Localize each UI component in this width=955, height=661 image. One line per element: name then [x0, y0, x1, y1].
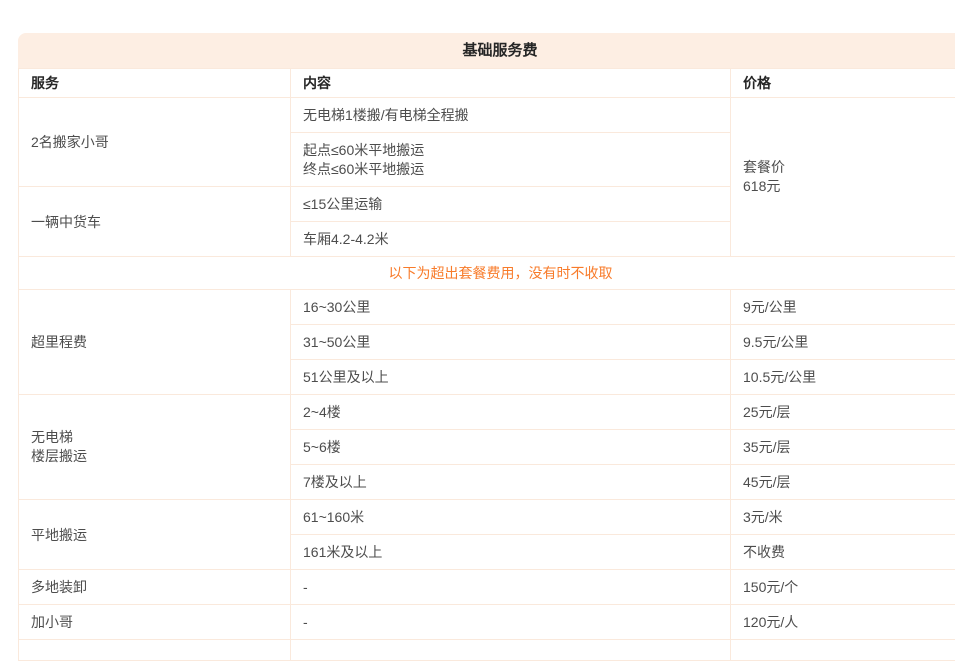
- service-cell-multi-stop: 多地装卸: [19, 570, 291, 605]
- service-cell-mileage: 超里程费: [19, 290, 291, 395]
- pricing-table: 服务 内容 价格 2名搬家小哥 无电梯1楼搬/有电梯全程搬 套餐价 618元 起…: [18, 68, 955, 661]
- table-header-row: 服务 内容 价格: [19, 69, 955, 98]
- table-row: 加小哥 - 120元/人: [19, 605, 955, 640]
- content-cell: 无电梯1楼搬/有电梯全程搬: [291, 98, 731, 133]
- price-cell: 120元/人: [731, 605, 955, 640]
- table-row: 2名搬家小哥 无电梯1楼搬/有电梯全程搬 套餐价 618元: [19, 98, 955, 133]
- content-cell: 起点≤60米平地搬运 终点≤60米平地搬运: [291, 133, 731, 187]
- price-cell: 35元/层: [731, 430, 955, 465]
- content-cell: 61~160米: [291, 500, 731, 535]
- content-cell: -: [291, 570, 731, 605]
- service-cell-flat-carry: 平地搬运: [19, 500, 291, 570]
- content-cell: 5~6楼: [291, 430, 731, 465]
- col-header-service: 服务: [19, 69, 291, 98]
- content-cell: 2~4楼: [291, 395, 731, 430]
- content-cell: ≤15公里运输: [291, 187, 731, 222]
- service-cell-stairs: 无电梯 楼层搬运: [19, 395, 291, 500]
- price-cell: 10.5元/公里: [731, 360, 955, 395]
- col-header-price: 价格: [731, 69, 955, 98]
- price-cell: 45元/层: [731, 465, 955, 500]
- price-cell: 25元/层: [731, 395, 955, 430]
- surcharge-notice: 以下为超出套餐费用，没有时不收取: [19, 257, 955, 290]
- service-line: 楼层搬运: [31, 447, 278, 466]
- content-cell: 51公里及以上: [291, 360, 731, 395]
- price-cell: 9元/公里: [731, 290, 955, 325]
- content-cell: -: [291, 605, 731, 640]
- content-line: 起点≤60米平地搬运: [303, 141, 718, 160]
- content-cell: 车厢4.2-4.2米: [291, 222, 731, 257]
- price-cell: 3元/米: [731, 500, 955, 535]
- service-cell-truck: 一辆中货车: [19, 187, 291, 257]
- table-row: 多地装卸 - 150元/个: [19, 570, 955, 605]
- content-cell: 31~50公里: [291, 325, 731, 360]
- content-cell: 16~30公里: [291, 290, 731, 325]
- package-price-cell: 套餐价 618元: [731, 98, 955, 257]
- table-row: 无电梯 楼层搬运 2~4楼 25元/层: [19, 395, 955, 430]
- panel-title: 基础服务费: [18, 33, 955, 68]
- price-cell: 150元/个: [731, 570, 955, 605]
- price-cell: 9.5元/公里: [731, 325, 955, 360]
- col-header-content: 内容: [291, 69, 731, 98]
- table-row: 平地搬运 61~160米 3元/米: [19, 500, 955, 535]
- content-cell: 7楼及以上: [291, 465, 731, 500]
- package-price-label: 套餐价: [743, 158, 955, 177]
- package-price-value: 618元: [743, 177, 955, 196]
- service-cell-extra-helper: 加小哥: [19, 605, 291, 640]
- content-line: 终点≤60米平地搬运: [303, 160, 718, 179]
- service-cell-movers: 2名搬家小哥: [19, 98, 291, 187]
- table-row: 超里程费 16~30公里 9元/公里: [19, 290, 955, 325]
- base-service-fee-panel: 基础服务费 服务 内容 价格 2名搬家小哥 无电梯1楼搬/有电梯全程搬 套餐价 …: [18, 33, 955, 661]
- price-cell: 不收费: [731, 535, 955, 570]
- surcharge-notice-row: 以下为超出套餐费用，没有时不收取: [19, 257, 955, 290]
- content-cell: 161米及以上: [291, 535, 731, 570]
- service-line: 无电梯: [31, 428, 278, 447]
